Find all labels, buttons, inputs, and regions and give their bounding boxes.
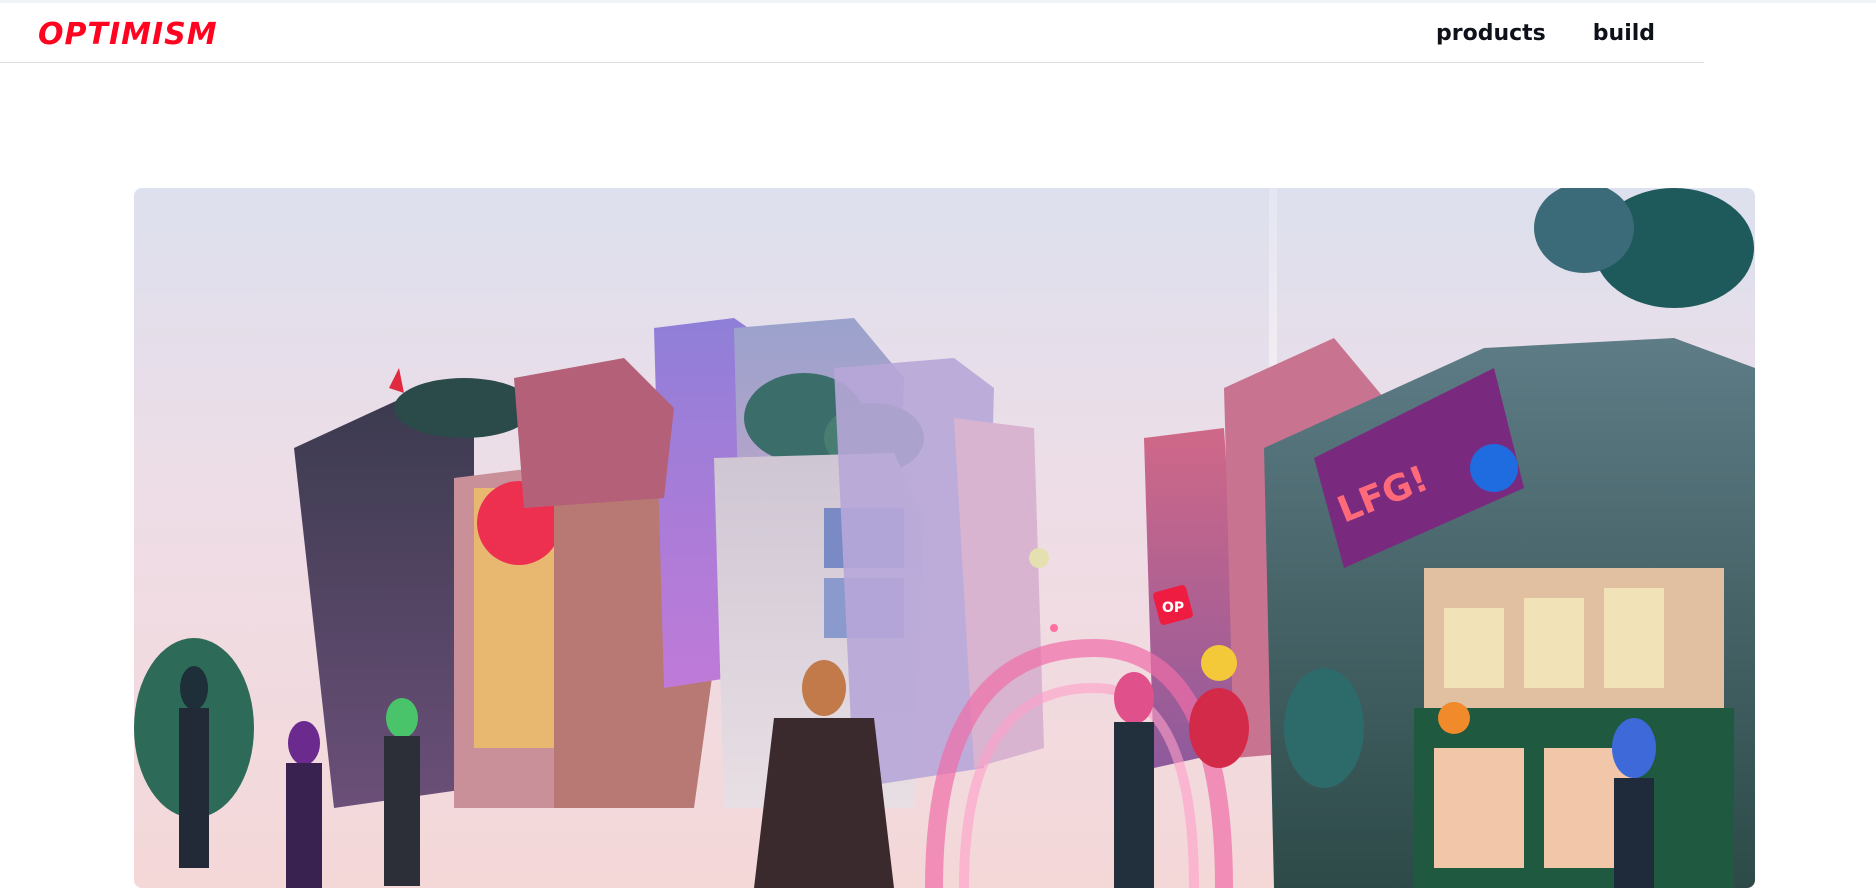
city-illustration: LFG! OP [134,188,1755,888]
nav-build-link[interactable]: build [1593,19,1655,49]
op-badge-text: OP [1162,600,1184,616]
site-header: OPTIMISM products build [0,3,1704,63]
main-nav: products build [1436,19,1655,49]
nav-products-link[interactable]: products [1436,19,1546,49]
hero-illustration: LFG! OP [134,188,1755,888]
optimism-logo[interactable]: OPTIMISM [38,17,218,53]
